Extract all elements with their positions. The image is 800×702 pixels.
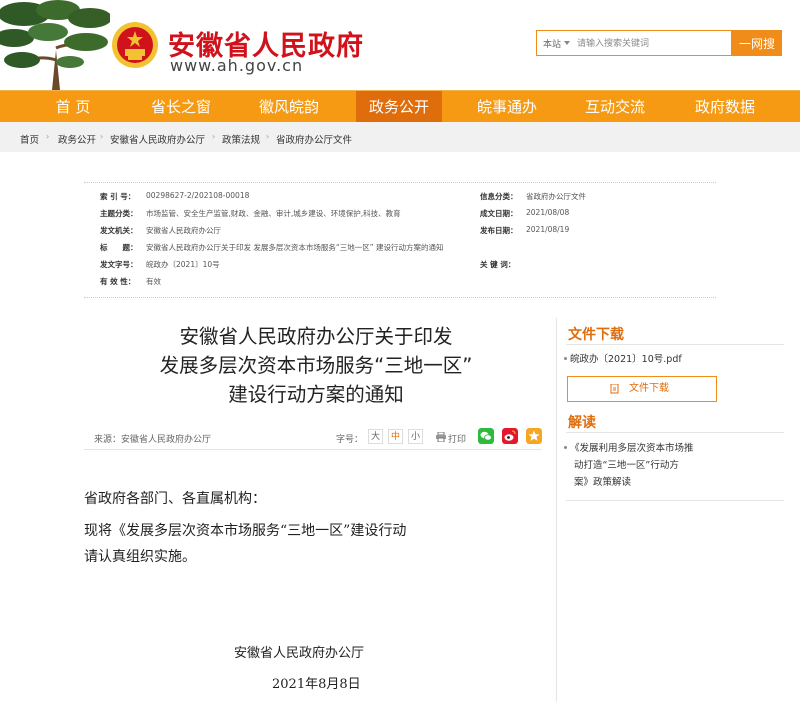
font-size-medium-button[interactable]: 中 (388, 429, 403, 444)
interpret-link-line: 动打造“三地一区”行动方 (574, 460, 679, 471)
meta-title-value: 安徽省人民政府办公厅关于印发 发展多层次资本市场服务“三地一区” 建设行动方案的… (146, 243, 444, 252)
nav-item-services[interactable]: 皖事通办 (464, 91, 550, 123)
article-signature: 安徽省人民政府办公厅 (234, 646, 365, 661)
meta-issuer-value: 安徽省人民政府办公厅 (146, 226, 221, 235)
interpret-link[interactable]: 《发展利用多层次资本市场推 动打造“三地一区”行动方 案》政策解读 (564, 440, 694, 491)
sidebar-rule (566, 344, 784, 345)
download-file-link[interactable]: 皖政办〔2021〕10号.pdf (564, 351, 682, 368)
bullet-icon (564, 446, 567, 449)
breadcrumb-general-office[interactable]: 安徽省人民政府办公厅 (110, 132, 205, 146)
chevron-down-icon (564, 41, 570, 45)
nav-item-governor[interactable]: 省长之窗 (138, 91, 224, 123)
chevron-right-icon: › (46, 132, 50, 141)
search-button[interactable]: 一网搜 (732, 30, 782, 56)
meta-docno-value: 皖政办〔2021〕10号 (146, 260, 220, 269)
download-file-name: 皖政办〔2021〕10号.pdf (570, 354, 682, 365)
meta-row-title: 标 题： 安徽省人民政府办公厅关于印发 发展多层次资本市场服务“三地一区” 建设… (100, 242, 700, 256)
download-section-title: 文件下载 (568, 327, 624, 343)
weibo-share-icon[interactable] (502, 428, 518, 444)
meta-published-value: 2021/08/19 (526, 225, 570, 234)
meta-created-value: 2021/08/08 (526, 208, 570, 217)
meta-row-issuer: 发文机关： 安徽省人民政府办公厅 发布日期： 2021/08/19 (100, 225, 700, 239)
breadcrumb-office-documents[interactable]: 省政府办公厅文件 (276, 132, 352, 146)
breadcrumb-home[interactable]: 首页 (20, 132, 39, 146)
chevron-right-icon: › (100, 132, 104, 141)
search-box: 本站 (536, 30, 732, 56)
bullet-icon (564, 357, 567, 360)
meta-row-topic: 主题分类： 市场监管、安全生产监管,财政、金融、审计,城乡建设、环境保护,科技、… (100, 208, 700, 222)
document-meta-table: 索 引 号： 00298627-2/202108-00018 信息分类： 省政府… (84, 182, 716, 298)
search-input[interactable] (577, 35, 727, 53)
download-icon (610, 384, 619, 394)
sidebar-divider (556, 318, 557, 702)
download-button[interactable]: 文件下载 (567, 376, 717, 402)
chevron-right-icon: › (266, 132, 270, 141)
meta-title-label: 标 题： (100, 243, 138, 252)
article-date: 2021年8月8日 (272, 677, 361, 692)
article-source: 来源：安徽省人民政府办公厅 (94, 435, 212, 445)
print-label: 打印 (448, 435, 467, 445)
meta-published-label: 发布日期： (480, 226, 518, 235)
nav-item-data[interactable]: 政府数据 (682, 91, 768, 123)
breadcrumb: 首页 › 政务公开 › 安徽省人民政府办公厅 › 政策法规 › 省政府办公厅文件 (0, 122, 800, 152)
meta-category-label: 信息分类： (480, 192, 518, 201)
nav-item-government-affairs[interactable]: 政务公开 (356, 91, 442, 123)
meta-docno-label: 发文字号： (100, 260, 138, 269)
nav-item-home[interactable]: 首 页 (30, 91, 116, 123)
site-url: www.ah.gov.cn (170, 56, 304, 75)
article-body-line: 现将《发展多层次资本市场服务“三地一区”建设行动 (84, 523, 407, 539)
article-toolbar: 来源：安徽省人民政府办公厅 字号： 大 中 小 打印 (84, 426, 542, 450)
print-button[interactable]: 打印 (436, 432, 467, 445)
interpret-section-title: 解读 (568, 415, 596, 431)
favorite-star-icon[interactable] (526, 428, 542, 444)
printer-icon (436, 432, 446, 442)
nav-item-culture[interactable]: 徽风皖韵 (246, 91, 332, 123)
chevron-right-icon: › (212, 132, 216, 141)
nav-item-interaction[interactable]: 互动交流 (572, 91, 658, 123)
main-nav: 首 页 省长之窗 徽风皖韵 政务公开 皖事通办 互动交流 政府数据 (0, 90, 800, 123)
font-size-large-button[interactable]: 大 (368, 429, 383, 444)
article-title-line: 发展多层次资本市场服务“三地一区” (159, 354, 473, 377)
font-size-small-button[interactable]: 小 (408, 429, 423, 444)
meta-row-index: 索 引 号： 00298627-2/202108-00018 信息分类： 省政府… (100, 191, 700, 205)
interpret-link-line: 《发展利用多层次资本市场推 (570, 443, 694, 454)
meta-index-value: 00298627-2/202108-00018 (146, 191, 250, 200)
meta-topic-value: 市场监管、安全生产监管,财政、金融、审计,城乡建设、环境保护,科技、教育 (146, 209, 401, 218)
meta-created-label: 成文日期： (480, 209, 518, 218)
breadcrumb-government-affairs[interactable]: 政务公开 (58, 132, 96, 146)
article-title-line: 安徽省人民政府办公厅关于印发 (179, 325, 453, 348)
breadcrumb-policy[interactable]: 政策法规 (222, 132, 260, 146)
meta-topic-label: 主题分类： (100, 209, 138, 218)
meta-validity-label: 有 效 性： (100, 277, 136, 286)
pine-tree-banner-image (0, 0, 110, 90)
search-scope-select[interactable]: 本站 (543, 37, 561, 50)
article-title-line: 建设行动方案的通知 (228, 383, 404, 406)
article-body-line: 省政府各部门、各直属机构： (84, 491, 266, 507)
article-title: 安徽省人民政府办公厅关于印发 发展多层次资本市场服务“三地一区” 建设行动方案的… (90, 322, 542, 409)
interpret-link-line: 案》政策解读 (574, 477, 632, 488)
search-bar: 本站 一网搜 (536, 30, 782, 56)
sidebar-rule (566, 432, 784, 433)
meta-category-value: 省政府办公厅文件 (526, 192, 586, 201)
site-header: 安徽省人民政府 www.ah.gov.cn 本站 一网搜 (0, 0, 800, 90)
download-button-label: 文件下载 (629, 383, 669, 394)
font-size-label: 字号： (336, 435, 364, 445)
meta-validity-value: 有效 (146, 277, 161, 286)
meta-index-label: 索 引 号： (100, 192, 136, 201)
meta-issuer-label: 发文机关： (100, 226, 138, 235)
national-emblem-icon (112, 22, 158, 68)
meta-row-validity: 有 效 性： 有效 (100, 276, 700, 290)
article-body-line: 请认真组织实施。 (84, 549, 196, 565)
meta-keywords-label: 关 键 词： (480, 260, 516, 269)
sidebar-rule (566, 500, 784, 501)
meta-row-docno: 发文字号： 皖政办〔2021〕10号 关 键 词： (100, 259, 700, 273)
wechat-share-icon[interactable] (478, 428, 494, 444)
